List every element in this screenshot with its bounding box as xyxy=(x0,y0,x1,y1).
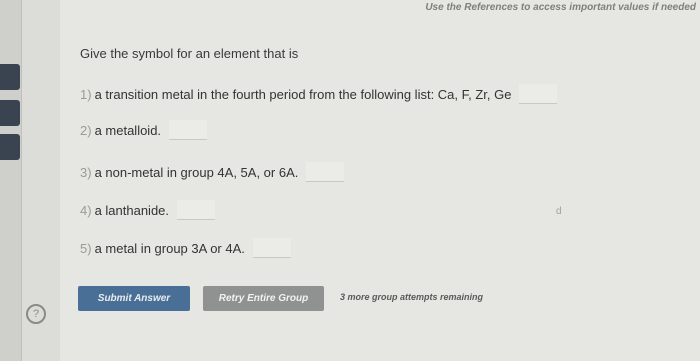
page-marker: d xyxy=(556,206,562,217)
question-number: 4) xyxy=(80,202,92,218)
retry-entire-group-button[interactable]: Retry Entire Group xyxy=(203,286,324,311)
references-note[interactable]: Use the References to access important v… xyxy=(425,2,696,13)
question-number: 5) xyxy=(80,240,92,256)
question-text: a non-metal in group 4A, 5A, or 6A. xyxy=(94,164,299,180)
sidebar-tab-3[interactable] xyxy=(0,134,20,160)
question-text: a lanthanide. xyxy=(94,202,170,218)
question-number: 3) xyxy=(80,164,92,180)
answer-input-2[interactable] xyxy=(169,120,208,140)
question-5: 5) a metal in group 3A or 4A. xyxy=(80,238,291,258)
question-text: a metalloid. xyxy=(94,122,162,138)
question-text: a metal in group 3A or 4A. xyxy=(94,240,245,256)
sidebar-tab-2[interactable] xyxy=(0,100,20,126)
answer-input-1[interactable] xyxy=(519,84,558,104)
question-number: 2) xyxy=(80,122,92,138)
question-3: 3) a non-metal in group 4A, 5A, or 6A. xyxy=(80,162,345,182)
question-1: 1) a transition metal in the fourth peri… xyxy=(80,84,558,104)
help-icon[interactable]: ? xyxy=(26,304,46,324)
question-4: 4) a lanthanide. xyxy=(80,200,216,220)
question-2: 2) a metalloid. xyxy=(80,120,208,140)
left-sidebar xyxy=(0,0,22,361)
question-number: 1) xyxy=(80,86,92,102)
question-text: a transition metal in the fourth period … xyxy=(94,86,512,102)
submit-answer-button[interactable]: Submit Answer xyxy=(78,286,190,311)
answer-input-4[interactable] xyxy=(177,200,216,220)
answer-input-3[interactable] xyxy=(306,162,345,182)
answer-input-5[interactable] xyxy=(252,238,291,258)
sidebar-tab-1[interactable] xyxy=(0,64,20,90)
attempts-remaining-text: 3 more group attempts remaining xyxy=(340,292,484,302)
question-prompt: Give the symbol for an element that is xyxy=(80,46,299,61)
